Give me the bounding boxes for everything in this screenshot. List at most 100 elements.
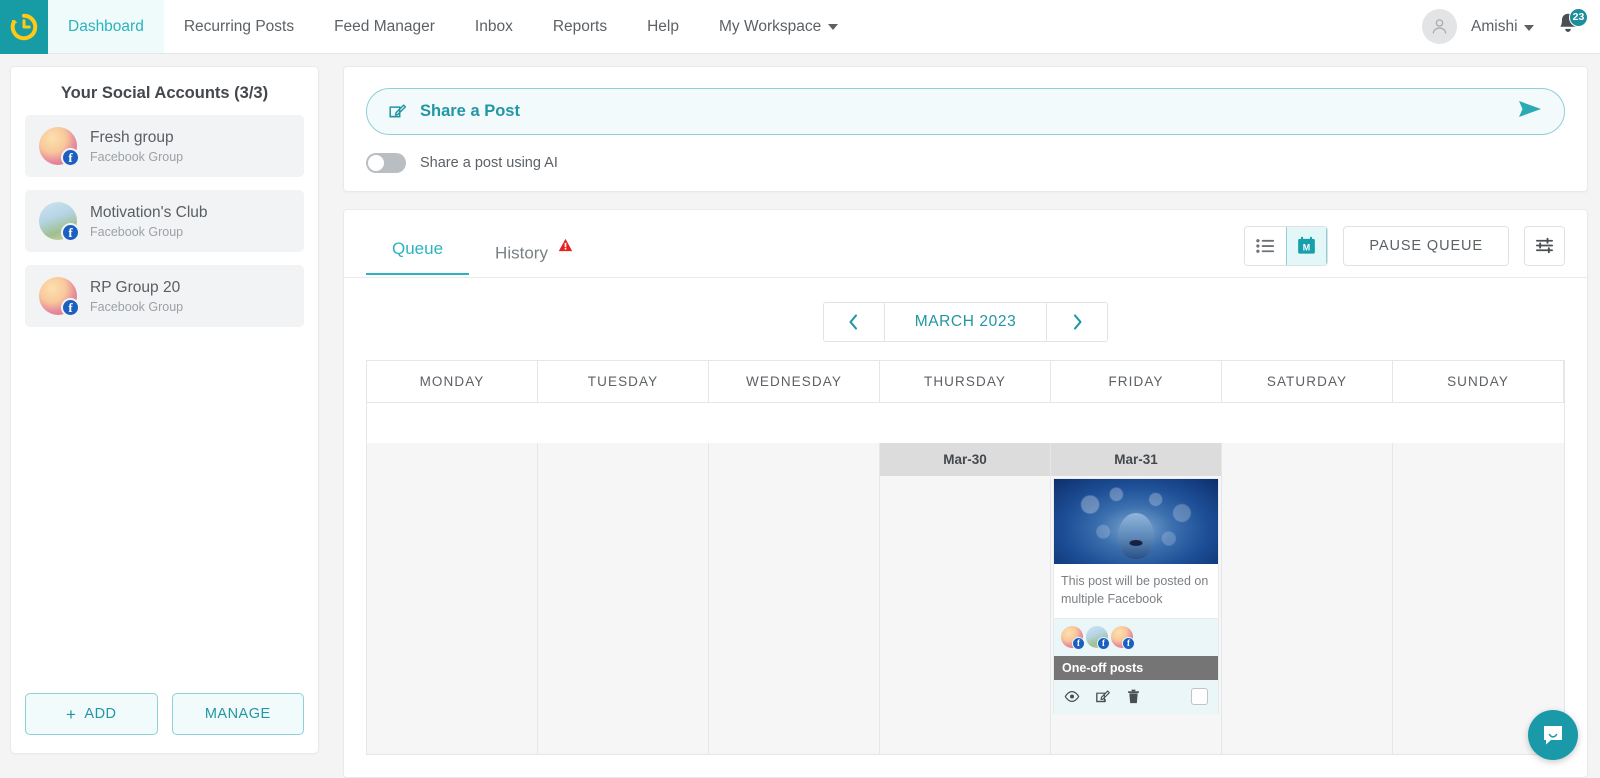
day-date-label	[709, 443, 879, 476]
list-item[interactable]: f Motivation's Club Facebook Group	[25, 190, 304, 252]
day-header-saturday: SATURDAY	[1222, 360, 1393, 403]
nav-item-inbox[interactable]: Inbox	[455, 0, 533, 53]
share-using-ai-toggle[interactable]	[366, 153, 406, 173]
chevron-left-icon	[849, 314, 858, 330]
facebook-badge-icon: f	[1097, 637, 1110, 651]
queue-toolbar: M PAUSE QUEUE	[1244, 225, 1565, 275]
facebook-badge-icon: f	[61, 223, 80, 242]
user-name-label: Amishi	[1471, 17, 1518, 35]
send-icon[interactable]	[1516, 98, 1544, 125]
account-name: Motivation's Club	[90, 203, 208, 221]
share-post-card: Share a Post Share a post using AI	[343, 66, 1588, 192]
calendar-cell-sunday[interactable]	[1393, 442, 1564, 754]
next-month-button[interactable]	[1047, 302, 1108, 341]
facebook-badge-icon: f	[1072, 637, 1085, 651]
post-action-bar	[1054, 680, 1218, 715]
pause-queue-button[interactable]: PAUSE QUEUE	[1343, 225, 1509, 266]
day-date-label: Mar-31	[1051, 442, 1221, 476]
queue-panel: Queue History M PAUSE QUEUE MARCH 2023 M…	[343, 209, 1588, 778]
list-view-button[interactable]	[1245, 226, 1287, 265]
post-avatar: f	[1086, 626, 1110, 651]
calendar-cell-friday[interactable]: Mar-31 This post will be posted on multi…	[1051, 442, 1222, 754]
previous-month-button[interactable]	[823, 302, 884, 341]
post-account-avatars: f f f	[1054, 618, 1218, 657]
filter-settings-button[interactable]	[1524, 225, 1565, 266]
day-date-label: Mar-30	[880, 442, 1050, 476]
day-header-sunday: SUNDAY	[1393, 360, 1564, 403]
main-content: Share a Post Share a post using AI Queue…	[343, 66, 1588, 778]
facebook-badge-icon: f	[61, 298, 80, 317]
list-view-icon	[1256, 238, 1275, 253]
share-post-button[interactable]: Share a Post	[366, 88, 1565, 135]
day-header-wednesday: WEDNESDAY	[709, 360, 880, 403]
month-navigator-row: MARCH 2023	[344, 278, 1587, 360]
social-accounts-list: f Fresh group Facebook Group f Motivatio…	[11, 115, 318, 327]
calendar-cell-tuesday[interactable]	[538, 442, 709, 754]
post-avatar: f	[1061, 626, 1085, 651]
post-avatar: f	[1111, 626, 1135, 651]
post-type-label: One-off posts	[1054, 656, 1218, 681]
nav-right-group: Amishi 23	[1422, 0, 1600, 53]
user-icon	[1432, 19, 1447, 34]
nav-label: Help	[647, 17, 679, 35]
scheduled-post-card[interactable]: This post will be posted on multiple Fac…	[1053, 477, 1219, 715]
chevron-down-icon	[828, 23, 839, 30]
tab-label: Queue	[392, 239, 444, 259]
calendar-grid: MONDAY TUESDAY WEDNESDAY THURSDAY FRIDAY…	[366, 359, 1565, 755]
nav-label: My Workspace	[719, 17, 822, 35]
manage-accounts-button[interactable]: MANAGE	[171, 693, 304, 735]
queue-tabs-row: Queue History M PAUSE QUEUE	[344, 210, 1587, 278]
add-account-button[interactable]: + ADD	[25, 693, 158, 735]
main-nav-items: Dashboard Recurring Posts Feed Manager I…	[48, 0, 858, 53]
calendar-container: MONDAY TUESDAY WEDNESDAY THURSDAY FRIDAY…	[344, 359, 1587, 777]
top-navigation-bar: Dashboard Recurring Posts Feed Manager I…	[0, 0, 1600, 54]
day-date-label	[1222, 443, 1392, 476]
day-date-label	[538, 443, 708, 476]
delete-icon[interactable]	[1127, 689, 1140, 704]
nav-item-reports[interactable]: Reports	[533, 0, 627, 53]
nav-item-help[interactable]: Help	[627, 0, 699, 53]
pause-queue-label: PAUSE QUEUE	[1369, 237, 1483, 254]
sidebar-actions: + ADD MANAGE	[11, 675, 318, 753]
social-accounts-sidebar: Your Social Accounts (3/3) f Fresh group…	[10, 66, 319, 754]
list-item[interactable]: f Fresh group Facebook Group	[25, 115, 304, 177]
chat-support-button[interactable]	[1528, 710, 1578, 760]
post-thumbnail-image	[1054, 478, 1218, 564]
thumbnail-lips	[1129, 539, 1143, 546]
notifications-button[interactable]: 23	[1554, 7, 1588, 44]
nav-item-feed-manager[interactable]: Feed Manager	[314, 0, 455, 53]
edit-icon[interactable]	[1096, 689, 1111, 704]
nav-item-recurring-posts[interactable]: Recurring Posts	[164, 0, 314, 53]
toggle-knob	[368, 155, 384, 171]
clock-history-icon	[10, 13, 38, 41]
compose-icon	[389, 104, 407, 118]
view-switcher: M	[1244, 225, 1329, 266]
calendar-view-button[interactable]: M	[1286, 226, 1328, 265]
nav-label: Recurring Posts	[183, 17, 295, 35]
chevron-down-icon	[1524, 24, 1534, 31]
calendar-cell-wednesday[interactable]	[709, 442, 880, 754]
tab-queue[interactable]: Queue	[366, 227, 470, 276]
tab-history[interactable]: History	[469, 225, 599, 278]
preview-icon[interactable]	[1064, 690, 1080, 703]
account-avatar: f	[39, 277, 80, 317]
current-month-label[interactable]: MARCH 2023	[883, 302, 1048, 341]
nav-item-dashboard[interactable]: Dashboard	[48, 0, 164, 53]
account-type: Facebook Group	[90, 224, 184, 239]
post-select-checkbox[interactable]	[1191, 688, 1208, 706]
account-name: Fresh group	[90, 128, 174, 146]
user-menu[interactable]: Amishi	[1471, 18, 1534, 36]
filter-sliders-icon	[1536, 238, 1553, 254]
nav-label: Feed Manager	[334, 17, 435, 35]
list-item[interactable]: f RP Group 20 Facebook Group	[25, 265, 304, 327]
day-header-tuesday: TUESDAY	[538, 360, 709, 403]
nav-item-my-workspace[interactable]: My Workspace	[699, 0, 858, 53]
calendar-cell-thursday[interactable]: Mar-30	[880, 442, 1051, 754]
calendar-cell-saturday[interactable]	[1222, 442, 1393, 754]
manage-accounts-label: MANAGE	[204, 706, 271, 722]
nav-label: Inbox	[474, 17, 513, 35]
avatar[interactable]	[1422, 9, 1458, 44]
svg-text:M: M	[1303, 243, 1310, 253]
app-logo[interactable]	[0, 0, 48, 54]
calendar-cell-monday[interactable]	[367, 442, 538, 754]
